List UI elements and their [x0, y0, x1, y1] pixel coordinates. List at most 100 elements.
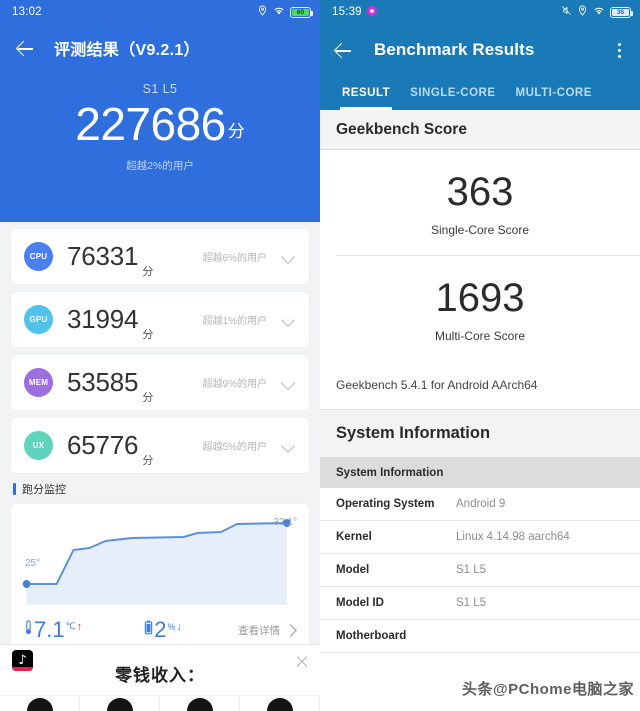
- score-row-mem[interactable]: MEM 53585 分 超越9%的用户: [11, 355, 309, 410]
- system-information-header: System Information: [320, 410, 640, 458]
- ux-score: 65776: [67, 430, 139, 460]
- temperature-delta-stat: 7.1 ℃ ↑: [24, 619, 82, 641]
- ux-percentile: 超越5%的用户: [202, 442, 267, 453]
- watermark: 头条@PChome电脑之家: [462, 681, 634, 698]
- battery-icon: 60: [290, 6, 314, 18]
- single-core-score: 363: [446, 170, 514, 214]
- row-value: Android 9: [456, 498, 506, 510]
- ux-badge-icon: UX: [24, 431, 53, 460]
- tab-multi-core[interactable]: MULTI-CORE: [506, 76, 602, 110]
- temperature-chart-svg: [22, 519, 291, 605]
- ux-score-unit: 分: [142, 455, 154, 467]
- chevron-down-icon[interactable]: [280, 311, 297, 328]
- chevron-down-icon[interactable]: [280, 248, 297, 265]
- back-arrow-icon[interactable]: [14, 37, 36, 59]
- dual-screenshot: 13:02 60 评测结果（V9.2.1） S1 L5 227686 分 超越2…: [0, 0, 640, 711]
- row-key: Model: [336, 564, 370, 576]
- table-row: Model ID S1 L5: [320, 587, 640, 620]
- table-row: Operating System Android 9: [320, 488, 640, 521]
- status-time: 13:02: [12, 6, 42, 18]
- ad-thumbnail[interactable]: [80, 696, 160, 711]
- score-row-cpu[interactable]: CPU 76331 分 超越6%的用户: [11, 229, 309, 284]
- row-key: Operating System: [336, 498, 435, 510]
- multi-core-caption: Multi-Core Score: [434, 329, 526, 343]
- battery-delta-unit: %: [167, 622, 176, 632]
- tiktok-glyph: ♪: [18, 653, 27, 668]
- record-dot-icon: [366, 5, 377, 19]
- gpu-percentile: 超越1%的用户: [202, 316, 267, 327]
- status-time: 15:39: [332, 6, 362, 18]
- battery-level: 36: [612, 8, 629, 16]
- thermometer-icon: [24, 620, 33, 641]
- gpu-score-unit: 分: [142, 329, 154, 341]
- close-icon[interactable]: [295, 655, 309, 669]
- score-row-ux[interactable]: UX 65776 分 超越5%的用户: [11, 418, 309, 473]
- row-value: S1 L5: [456, 564, 487, 576]
- temperature-delta: 7.1: [34, 617, 65, 642]
- back-arrow-icon[interactable]: [332, 39, 354, 61]
- cpu-percentile: 超越6%的用户: [202, 253, 267, 264]
- mem-score-unit: 分: [142, 392, 154, 404]
- row-key: Model ID: [336, 597, 384, 609]
- location-icon: [577, 5, 588, 19]
- monitor-card: 25° 32.1° 7.1 ℃ ↑ 2 % ↓ 查看详情: [11, 504, 309, 651]
- chevron-down-icon[interactable]: [280, 374, 297, 391]
- gpu-badge-icon: GPU: [24, 305, 53, 334]
- system-information-subheader: System Information: [320, 458, 640, 488]
- row-value: S1 L5: [456, 597, 487, 609]
- table-row: Model S1 L5: [320, 554, 640, 587]
- antutu-screen: 13:02 60 评测结果（V9.2.1） S1 L5 227686 分 超越2…: [0, 0, 320, 711]
- tab-result[interactable]: RESULT: [332, 76, 400, 110]
- page-title: 评测结果（V9.2.1）: [54, 42, 200, 59]
- battery-delta: 2: [154, 617, 167, 642]
- view-details-label: 查看详情: [238, 624, 280, 637]
- status-bar-left: 15:39: [332, 5, 377, 19]
- table-row: Motherboard: [320, 620, 640, 653]
- status-bar: 15:39 36: [320, 0, 640, 24]
- geekbench-score-header: Geekbench Score: [320, 110, 640, 150]
- kebab-menu-icon[interactable]: [610, 40, 628, 60]
- row-key: Motherboard: [336, 630, 407, 642]
- mem-badge-icon: MEM: [24, 368, 53, 397]
- system-information-title: System Information: [336, 424, 491, 442]
- chevron-down-icon[interactable]: [280, 437, 297, 454]
- battery-delta-stat: 2 % ↓: [144, 619, 182, 641]
- tab-single-core[interactable]: SINGLE-CORE: [400, 76, 505, 110]
- tab-bar: RESULT SINGLE-CORE MULTI-CORE: [320, 76, 640, 110]
- page-title: Benchmark Results: [374, 40, 535, 59]
- battery-icon: [144, 620, 153, 641]
- ad-banner[interactable]: ♪ 零钱收入：: [0, 644, 320, 711]
- ad-thumbnail-strip: [0, 695, 320, 711]
- system-information-subheader-label: System Information: [336, 467, 444, 479]
- mem-percentile: 超越9%的用户: [202, 379, 267, 390]
- score-row-gpu[interactable]: GPU 31994 分 超越1%的用户: [11, 292, 309, 347]
- geekbench-navbar: Benchmark Results: [320, 24, 640, 76]
- cpu-badge-icon: CPU: [24, 242, 53, 271]
- chart-label-low: 25°: [25, 558, 41, 569]
- tiktok-icon: ♪: [12, 650, 33, 671]
- single-core-caption: Single-Core Score: [430, 223, 530, 237]
- ad-thumbnail[interactable]: [0, 696, 80, 711]
- total-score: 227686: [75, 98, 226, 150]
- gpu-score: 31994: [67, 304, 139, 334]
- antutu-hero: 13:02 60 评测结果（V9.2.1） S1 L5 227686 分 超越2…: [0, 0, 320, 222]
- status-bar-right: 60: [257, 5, 314, 19]
- mute-icon: [561, 5, 572, 19]
- battery-down-arrow-icon: ↓: [176, 621, 182, 633]
- ad-thumbnail[interactable]: [240, 696, 320, 711]
- section-accent-bar: [13, 483, 16, 495]
- table-row: Kernel Linux 4.14.98 aarch64: [320, 521, 640, 554]
- ad-thumbnail[interactable]: [160, 696, 240, 711]
- geekbench-score-title: Geekbench Score: [336, 120, 467, 138]
- battery-level: 60: [292, 8, 309, 16]
- geekbench-version: Geekbench 5.4.1 for Android AArch64: [320, 361, 640, 410]
- view-details-link[interactable]: 查看详情: [238, 623, 296, 638]
- geekbench-screen: 15:39 36 Benchmark Results RESULT SINGLE…: [320, 0, 640, 711]
- antutu-navbar: 评测结果（V9.2.1）: [0, 24, 320, 72]
- wifi-icon: [273, 5, 285, 19]
- row-key: Kernel: [336, 531, 372, 543]
- status-bar-left: 13:02: [12, 6, 42, 18]
- single-core-block: 363 Single-Core Score: [320, 150, 640, 255]
- chart-point-start: [22, 580, 31, 588]
- chevron-right-icon: [285, 625, 296, 636]
